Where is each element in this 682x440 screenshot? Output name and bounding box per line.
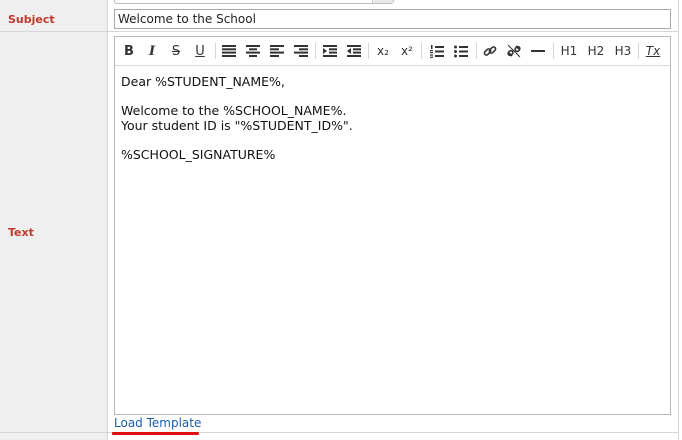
ordered-list-button[interactable] bbox=[427, 41, 447, 61]
outdent-icon bbox=[347, 45, 361, 57]
toolbar-separator bbox=[315, 43, 316, 59]
h3-icon: H3 bbox=[614, 44, 632, 58]
toolbar-separator bbox=[421, 43, 422, 59]
strikethrough-icon: S bbox=[171, 43, 181, 59]
align-center-icon bbox=[246, 45, 260, 57]
ordered-list-icon bbox=[430, 44, 444, 58]
rich-text-editor[interactable]: B I S U x₂ x² H1 H2 H3 Tx Dear %STUDENT_… bbox=[114, 36, 671, 415]
previous-select[interactable] bbox=[114, 0, 394, 4]
superscript-icon: x² bbox=[401, 44, 413, 58]
heading-1-button[interactable]: H1 bbox=[558, 41, 580, 61]
strikethrough-button[interactable]: S bbox=[166, 41, 186, 61]
clear-format-button[interactable]: Tx bbox=[643, 41, 663, 61]
unlink-icon bbox=[507, 44, 521, 58]
bold-button[interactable]: B bbox=[119, 41, 139, 61]
superscript-button[interactable]: x² bbox=[397, 41, 417, 61]
align-right-button[interactable] bbox=[291, 41, 311, 61]
heading-3-button[interactable]: H3 bbox=[612, 41, 634, 61]
row-divider bbox=[0, 31, 679, 32]
editor-toolbar: B I S U x₂ x² H1 H2 H3 Tx bbox=[115, 37, 670, 66]
table-right-border bbox=[678, 0, 679, 440]
bold-icon: B bbox=[124, 43, 134, 59]
align-center-button[interactable] bbox=[243, 41, 263, 61]
bullet-list-icon bbox=[454, 45, 468, 57]
italic-button[interactable]: I bbox=[142, 41, 162, 61]
toolbar-separator bbox=[638, 43, 639, 59]
italic-icon: I bbox=[148, 43, 156, 59]
content-line: Dear %STUDENT_NAME%, bbox=[121, 74, 285, 89]
highlight-underline bbox=[112, 432, 199, 435]
toolbar-separator bbox=[476, 43, 477, 59]
content-line: %SCHOOL_SIGNATURE% bbox=[121, 147, 276, 162]
toolbar-separator bbox=[553, 43, 554, 59]
align-left-button[interactable] bbox=[267, 41, 287, 61]
row-divider bbox=[0, 432, 679, 433]
load-template-link[interactable]: Load Template bbox=[114, 415, 201, 431]
content-line: Welcome to the %SCHOOL_NAME%. bbox=[121, 103, 347, 118]
h2-icon: H2 bbox=[587, 44, 605, 58]
select-arrow-icon[interactable] bbox=[372, 0, 393, 3]
horizontal-rule-icon bbox=[531, 50, 545, 52]
indent-icon bbox=[323, 45, 337, 57]
content-line: Your student ID is "%STUDENT_ID%". bbox=[121, 118, 353, 133]
align-right-icon bbox=[294, 45, 308, 57]
subscript-button[interactable]: x₂ bbox=[373, 41, 393, 61]
text-label: Text bbox=[8, 226, 34, 239]
outdent-button[interactable] bbox=[344, 41, 364, 61]
subscript-icon: x₂ bbox=[377, 44, 389, 58]
toolbar-separator bbox=[368, 43, 369, 59]
heading-2-button[interactable]: H2 bbox=[585, 41, 607, 61]
align-left-icon bbox=[270, 45, 284, 57]
h1-icon: H1 bbox=[560, 44, 578, 58]
unlink-button[interactable] bbox=[504, 41, 524, 61]
toolbar-separator bbox=[215, 43, 216, 59]
link-icon bbox=[483, 46, 497, 56]
align-justify-icon bbox=[222, 45, 236, 57]
clear-format-icon: Tx bbox=[645, 44, 661, 58]
label-column: Subject Text bbox=[0, 0, 108, 440]
subject-label: Subject bbox=[8, 13, 55, 26]
bullet-list-button[interactable] bbox=[451, 41, 471, 61]
underline-icon: U bbox=[195, 43, 205, 59]
editor-content[interactable]: Dear %STUDENT_NAME%, Welcome to the %SCH… bbox=[115, 66, 670, 414]
indent-button[interactable] bbox=[320, 41, 340, 61]
align-justify-button[interactable] bbox=[219, 41, 239, 61]
link-button[interactable] bbox=[480, 41, 500, 61]
horizontal-rule-button[interactable] bbox=[528, 41, 548, 61]
subject-input[interactable] bbox=[114, 9, 671, 29]
underline-button[interactable]: U bbox=[190, 41, 210, 61]
